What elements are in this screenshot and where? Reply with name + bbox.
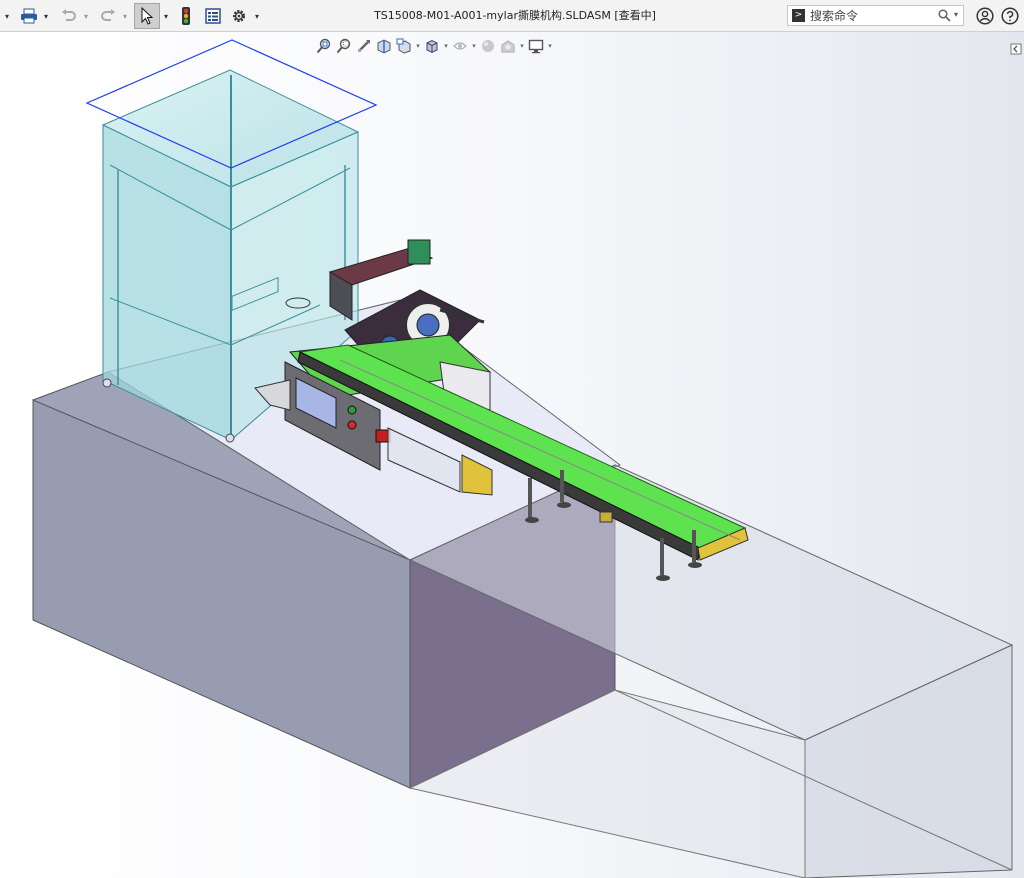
- redo-icon: [101, 9, 115, 21]
- search-commands-input[interactable]: [810, 7, 920, 24]
- options-button[interactable]: [228, 0, 250, 32]
- model-scene[interactable]: [0, 32, 1024, 878]
- search-dropdown-caret[interactable]: ▾: [954, 10, 958, 19]
- file-properties-icon: [205, 8, 221, 24]
- rebuild-button[interactable]: [176, 0, 196, 32]
- select-pointer-icon: [141, 7, 154, 25]
- file-properties-button[interactable]: [202, 0, 224, 32]
- traffic-light-icon: [182, 7, 190, 25]
- window-title: TS15008-M01-A001-mylar撕膜机构.SLDASM [查看中]: [374, 9, 656, 22]
- toolbar-left-caret[interactable]: ▾: [2, 0, 12, 32]
- undo-button[interactable]: [58, 0, 80, 32]
- user-account-icon: [976, 7, 994, 25]
- command-prompt-icon: >: [792, 9, 805, 22]
- search-icon[interactable]: [938, 9, 951, 22]
- user-account-button[interactable]: [974, 0, 996, 32]
- print-button[interactable]: [18, 0, 40, 32]
- redo-button[interactable]: [97, 0, 119, 32]
- command-search-box[interactable]: > ▾: [787, 5, 964, 26]
- help-icon: [1001, 7, 1019, 25]
- redo-dropdown[interactable]: ▾: [120, 0, 130, 32]
- undo-dropdown[interactable]: ▾: [81, 0, 91, 32]
- print-icon: [21, 8, 37, 24]
- undo-icon: [62, 9, 76, 21]
- print-dropdown[interactable]: ▾: [41, 0, 51, 32]
- roll-hub: [416, 313, 440, 337]
- options-dropdown[interactable]: ▾: [252, 0, 262, 32]
- enclosure-foot: [102, 378, 112, 388]
- select-button[interactable]: [134, 3, 160, 29]
- servo-motor: [407, 239, 431, 265]
- select-dropdown[interactable]: ▾: [161, 0, 171, 32]
- options-gear-icon: [233, 10, 245, 22]
- help-button[interactable]: [999, 0, 1021, 32]
- enclosure-foot: [225, 433, 235, 443]
- top-toolbar: ▾ ▾ ▾ ▾ ▾ ▾ TS15008-M01-A001-mylar撕膜机构.S…: [0, 0, 1024, 32]
